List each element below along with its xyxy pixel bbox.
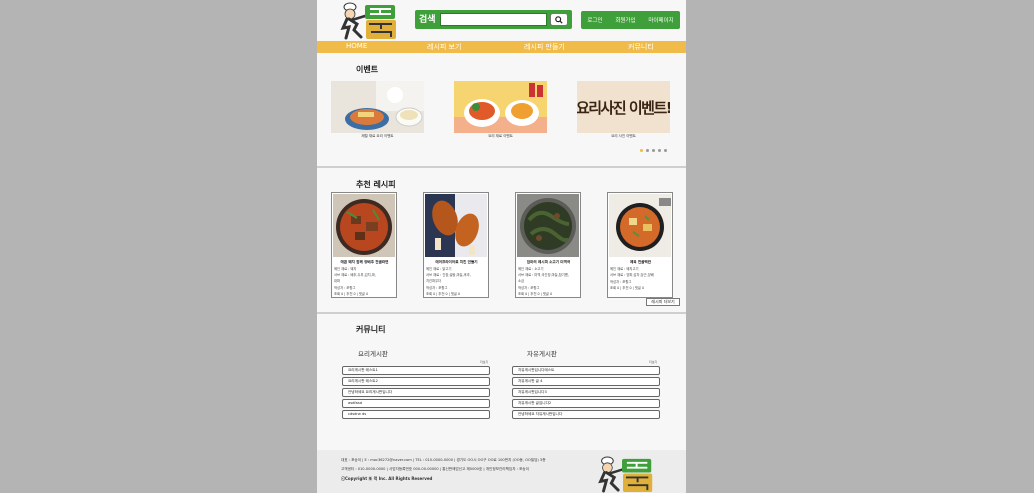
board-post[interactable]: 안녕하세요 요리게시판입니다	[342, 388, 490, 397]
recipe-meta: 메인 재료 : 돼지고기	[610, 267, 639, 271]
nav-home[interactable]: HOME	[346, 42, 367, 50]
recipe-title: 에어프라이어로 치킨 만들기	[435, 260, 478, 264]
footer-info: 고객센터 : 010-0000-0000 | 사업자등록번호 000-00-00…	[341, 467, 529, 471]
board-post[interactable]: 자유게시판 글입니다2	[512, 399, 660, 408]
nav-recipe-create[interactable]: 레시피 만들기	[524, 42, 565, 52]
footer-info: 대표 : 포송이 | E : moc36272@naver.com | TEL …	[341, 458, 546, 462]
section-divider	[317, 166, 686, 168]
free-board-title[interactable]: 자유게시판	[527, 348, 557, 358]
community-title: 커뮤니티	[356, 325, 386, 334]
chef-logo-icon	[598, 456, 653, 493]
recipe-meta: 서브 재료 : 배추,두부,김치,파,	[334, 273, 376, 277]
events-title: 이벤트	[356, 65, 379, 74]
recipe-meta: 메인 재료 : 소고기	[518, 267, 544, 271]
pagination-dot[interactable]	[640, 149, 643, 152]
footer-logo	[592, 456, 654, 493]
board-post[interactable]: 자유게시판입니다3	[512, 388, 660, 397]
recipe-meta: 소금	[518, 279, 525, 283]
recipe-title: 제육 전골백반	[629, 260, 652, 264]
recipe-meta: 작성자 : 포항그	[610, 280, 632, 284]
event-caption-1: 제철 재료 요리 이벤트	[361, 134, 394, 138]
page: 검색 로그인 회원가입 마이페이지 HOME 레시피 보기 레시피 만들기 커뮤…	[317, 0, 686, 493]
recipe-stats: 조회 0 | 추천 0 | 댓글 0	[334, 292, 369, 296]
recipe-meta: 작성자 : 포항그	[518, 286, 540, 290]
board-post[interactable]: 요리게시판 테스트1	[342, 366, 490, 375]
board-post[interactable]: cdsdrw ds	[342, 410, 490, 419]
recipe-image	[333, 194, 395, 257]
recipe-stats: 조회 0 | 추천 0 | 댓글 0	[426, 292, 461, 296]
recipes-more-button[interactable]: 레시피 더보기	[646, 298, 680, 306]
site-footer: 대표 : 포송이 | E : moc36272@naver.com | TEL …	[317, 450, 686, 493]
recipe-meta: 메인 재료 : 닭고기	[426, 267, 452, 271]
login-link[interactable]: 로그인	[587, 16, 602, 24]
recipe-stats: 조회 0 | 추천 0 | 댓글 0	[610, 286, 645, 290]
main-nav: HOME 레시피 보기 레시피 만들기 커뮤니티	[317, 41, 686, 53]
recipe-meta: 서브 재료 : 간장,설탕,마늘,후추,	[426, 273, 471, 277]
nav-recipe-view[interactable]: 레시피 보기	[427, 42, 461, 52]
recipe-image	[517, 194, 579, 257]
event-image-1	[331, 81, 424, 133]
recipe-title: 매콤 돼지 함께 양배추 전골라면	[340, 260, 389, 264]
pagination-dot[interactable]	[664, 149, 667, 152]
recipe-card[interactable]: 제육 전골백반 메인 재료 : 돼지고기 서브 재료 : 양파,감자,당근,양배…	[607, 192, 673, 298]
recipe-meta: 메인 재료 : 돼지	[334, 267, 357, 271]
recipe-meta: 서브 재료 : 양파,감자,당근,양배	[610, 273, 654, 277]
recipe-stats: 조회 0 | 추천 0 | 댓글 0	[518, 292, 553, 296]
recipe-meta: 대파	[334, 279, 341, 283]
event-caption-2: 요리 재료 이벤트	[488, 134, 513, 138]
search-input[interactable]	[440, 13, 547, 26]
search-button[interactable]	[550, 13, 568, 26]
footer-copyright: ⓒCopyright 또 먹 Inc. All Rights Reserved	[341, 476, 433, 481]
event-pagination	[640, 149, 667, 152]
recipe-card[interactable]: 엄마의 레시피 소고기 미역국 메인 재료 : 소고기 서브 재료 : 미역,국…	[515, 192, 581, 298]
chef-logo-icon	[340, 2, 396, 40]
cooking-board-title[interactable]: 요리게시판	[358, 348, 388, 358]
recipe-image	[609, 194, 671, 257]
cooking-board-more-link[interactable]: 더보기	[480, 360, 488, 364]
event-banner-3[interactable]: 요리사진 이벤트!	[577, 81, 670, 133]
recipe-card[interactable]: 매콤 돼지 함께 양배추 전골라면 메인 재료 : 돼지 서브 재료 : 배추,…	[331, 192, 397, 298]
recipes-title: 추천 레시피	[356, 180, 396, 189]
pagination-dot[interactable]	[658, 149, 661, 152]
recipe-meta: 작성자 : 포항그	[426, 286, 448, 290]
event-image-2	[454, 81, 547, 133]
search-icon	[555, 15, 563, 24]
recipe-meta: 서브 재료 : 미역,국간장,마늘,참기름,	[518, 273, 569, 277]
recipe-meta: 작성자 : 포항그	[334, 286, 356, 290]
site-logo[interactable]	[335, 2, 397, 40]
event-banner-text: 요리사진 이벤트!	[577, 98, 670, 117]
search-bar: 검색	[415, 10, 572, 29]
pagination-dot[interactable]	[646, 149, 649, 152]
board-post[interactable]: 요리게시판 테스트2	[342, 377, 490, 386]
event-banner-1[interactable]	[331, 81, 424, 133]
recipe-title: 엄마의 레시피 소고기 미역국	[526, 260, 571, 264]
search-label: 검색	[419, 15, 436, 25]
user-menu: 로그인 회원가입 마이페이지	[581, 11, 680, 29]
section-divider	[317, 312, 686, 314]
event-banner-2[interactable]	[454, 81, 547, 133]
signup-link[interactable]: 회원가입	[615, 16, 635, 24]
event-caption-3: 요리 사진 이벤트	[611, 134, 636, 138]
board-post[interactable]: 안녕하세요 자유게시판입니다	[512, 410, 660, 419]
recipe-meta: 치킨파우더	[426, 279, 442, 283]
nav-community[interactable]: 커뮤니티	[628, 42, 654, 52]
recipe-card[interactable]: 에어프라이어로 치킨 만들기 메인 재료 : 닭고기 서브 재료 : 간장,설탕…	[423, 192, 489, 298]
board-post[interactable]: 자유게시판 글 4	[512, 377, 660, 386]
mypage-link[interactable]: 마이페이지	[648, 16, 673, 24]
recipe-image	[425, 194, 487, 257]
board-post[interactable]: asdfasd	[342, 399, 490, 408]
free-board-more-link[interactable]: 더보기	[649, 360, 657, 364]
pagination-dot[interactable]	[652, 149, 655, 152]
board-post[interactable]: 자유게시판입니다테스트	[512, 366, 660, 375]
